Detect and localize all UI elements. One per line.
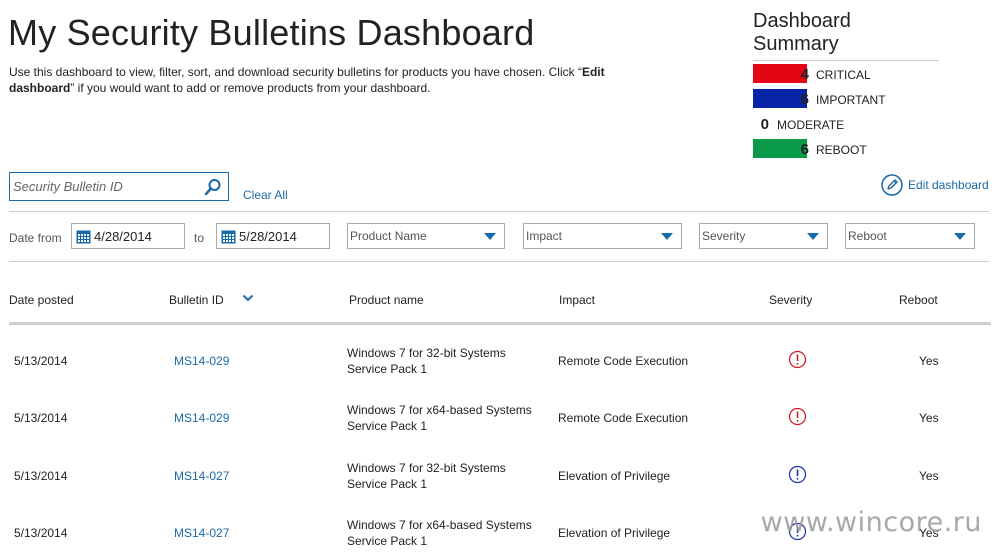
date-posted-cell: 5/13/2014 [14, 526, 68, 540]
impact-dropdown[interactable]: Impact [523, 223, 682, 249]
product-name-line-1: Windows 7 for 32-bit Systems [347, 346, 506, 360]
impact-cell: Remote Code Execution [558, 354, 689, 368]
summary-row-moderate: 0 MODERATE [753, 111, 993, 136]
important-label: IMPORTANT [816, 93, 886, 107]
column-header-severity[interactable]: Severity [769, 293, 812, 307]
date-from-value: 4/28/2014 [94, 228, 152, 244]
product-name-line-1: Windows 7 for x64-based Systems [347, 403, 532, 417]
bulletin-id-link[interactable]: MS14-027 [174, 525, 229, 541]
date-to-label: to [194, 231, 205, 245]
date-to-field[interactable]: 5/28/2014 [216, 223, 330, 249]
product-name-line-1: Windows 7 for x64-based Systems [347, 518, 532, 532]
edit-dashboard-button[interactable]: Edit dashboard [881, 174, 989, 196]
divider [9, 211, 989, 212]
search-input[interactable] [10, 173, 200, 200]
chevron-down-icon [954, 233, 966, 240]
calendar-icon[interactable] [76, 229, 91, 244]
severity-dropdown[interactable]: Severity [699, 223, 828, 249]
table-row: 5/13/2014 MS14-029 Windows 7 for x64-bas… [0, 398, 1000, 455]
summary-row-important: 6 IMPORTANT [753, 86, 993, 111]
column-header-reboot[interactable]: Reboot [899, 293, 938, 307]
pencil-icon [881, 174, 903, 196]
impact-cell: Remote Code Execution [558, 411, 689, 425]
bulletin-id-link[interactable]: MS14-029 [174, 353, 229, 369]
severity-critical-icon [788, 407, 807, 426]
severity-important-icon [788, 465, 807, 484]
date-posted-cell: 5/13/2014 [14, 411, 68, 425]
date-posted-cell: 5/13/2014 [14, 354, 68, 368]
product-name-line-2: Service Pack 1 [347, 419, 428, 433]
edit-dashboard-label: Edit dashboard [908, 178, 989, 192]
column-header-product-name[interactable]: Product name [349, 293, 424, 307]
table-header-rule [9, 322, 991, 325]
reboot-cell: Yes [919, 411, 939, 425]
product-name-line-2: Service Pack 1 [347, 477, 428, 491]
moderate-label: MODERATE [777, 118, 845, 132]
chevron-down-icon [661, 233, 673, 240]
bulletin-id-link[interactable]: MS14-027 [174, 468, 229, 484]
important-count: 6 [800, 91, 809, 108]
critical-count: 4 [800, 66, 809, 83]
column-header-date-posted[interactable]: Date posted [9, 293, 74, 307]
intro-text: Use this dashboard to view, filter, sort… [9, 64, 629, 96]
impact-cell: Elevation of Privilege [558, 469, 671, 483]
severity-critical-icon [788, 350, 807, 369]
column-header-bulletin-id[interactable]: Bulletin ID [169, 293, 224, 307]
reboot-count: 6 [800, 141, 809, 158]
product-name-line-2: Service Pack 1 [347, 534, 428, 548]
date-from-field[interactable]: 4/28/2014 [71, 223, 185, 249]
summary-title: Dashboard Summary [753, 10, 939, 61]
intro-text-part-1: Use this dashboard to view, filter, sort… [9, 65, 582, 79]
reboot-dropdown[interactable]: Reboot [845, 223, 975, 249]
reboot-label: REBOOT [816, 143, 867, 157]
column-header-impact[interactable]: Impact [559, 293, 595, 307]
calendar-icon[interactable] [221, 229, 236, 244]
product-name-cell: Windows 7 for x64-based Systems Service P… [347, 517, 547, 549]
product-name-cell: Windows 7 for x64-based Systems Service P… [347, 402, 547, 434]
moderate-count: 0 [760, 116, 769, 133]
date-posted-cell: 5/13/2014 [14, 469, 68, 483]
table-row: 5/13/2014 MS14-029 Windows 7 for 32-bit … [0, 341, 1000, 398]
date-to-value: 5/28/2014 [239, 228, 297, 244]
product-name-cell: Windows 7 for 32-bit Systems Service Pack… [347, 460, 547, 492]
bulletin-id-link[interactable]: MS14-029 [174, 410, 229, 426]
severity-dropdown-label: Severity [702, 229, 746, 243]
chevron-down-icon [484, 233, 496, 240]
impact-cell: Elevation of Privilege [558, 526, 671, 540]
table-row: 5/13/2014 MS14-027 Windows 7 for 32-bit … [0, 456, 1000, 513]
intro-text-part-2: ” if you would want to add or remove pro… [70, 81, 431, 95]
product-name-line-1: Windows 7 for 32-bit Systems [347, 461, 506, 475]
reboot-dropdown-label: Reboot [848, 229, 887, 243]
page-title: My Security Bulletins Dashboard [8, 12, 535, 53]
summary-row-critical: 4 CRITICAL [753, 61, 993, 86]
watermark: www.wincore.ru [760, 507, 982, 538]
reboot-cell: Yes [919, 469, 939, 483]
chevron-down-icon [807, 233, 819, 240]
sort-chevron-down-icon[interactable] [242, 293, 254, 303]
critical-label: CRITICAL [816, 68, 871, 82]
dashboard-summary: Dashboard Summary 4 CRITICAL 6 IMPORTANT… [753, 10, 993, 161]
product-name-dropdown-label: Product Name [350, 229, 427, 243]
search-box [9, 172, 229, 201]
product-name-cell: Windows 7 for 32-bit Systems Service Pack… [347, 345, 547, 377]
product-name-dropdown[interactable]: Product Name [347, 223, 505, 249]
date-from-label: Date from [9, 231, 62, 245]
summary-row-reboot: 6 REBOOT [753, 136, 993, 161]
clear-all-link[interactable]: Clear All [243, 188, 288, 202]
reboot-cell: Yes [919, 354, 939, 368]
search-icon[interactable] [204, 178, 222, 196]
divider [9, 261, 989, 262]
product-name-line-2: Service Pack 1 [347, 362, 428, 376]
impact-dropdown-label: Impact [526, 229, 563, 243]
